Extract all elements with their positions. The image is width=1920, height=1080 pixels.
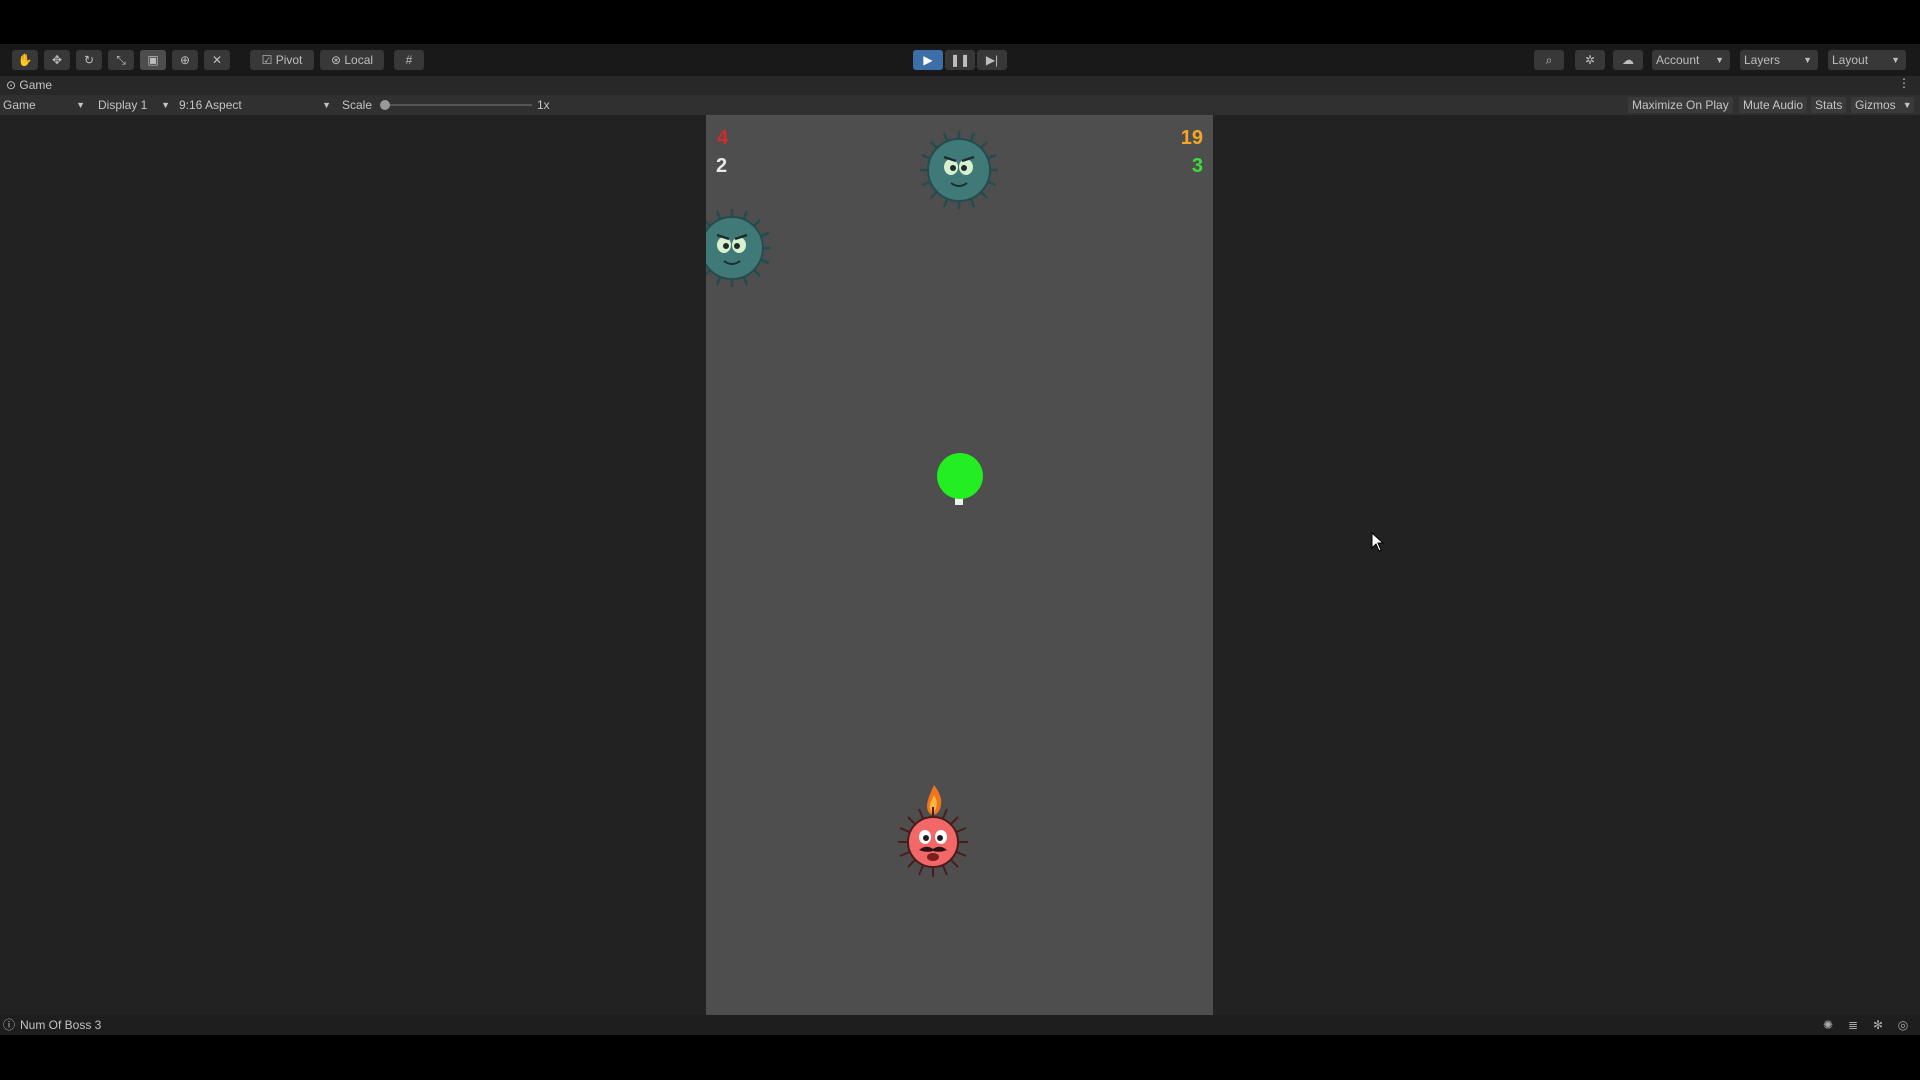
settings-icon: ✲ (1584, 53, 1596, 67)
custom-tool-button[interactable]: ✕ (204, 50, 230, 70)
check-circle-icon[interactable]: ◎ (1896, 1018, 1910, 1032)
local-toggle[interactable]: ⊛ Local (320, 50, 384, 70)
game-tab-bar: ⊙ Game ⋮ (0, 76, 1920, 95)
pivot-icon: ☑ (261, 53, 273, 67)
mute-label: Mute Audio (1743, 98, 1804, 112)
network-icon[interactable]: ✻ (1871, 1018, 1885, 1032)
virus-enemy-left (706, 209, 771, 287)
mute-audio-toggle[interactable]: Mute Audio (1739, 97, 1808, 113)
play-icon: ▶ (923, 53, 933, 67)
move-icon: ✥ (51, 53, 63, 67)
maximize-label: Maximize On Play (1632, 98, 1729, 112)
local-label: Local (344, 53, 374, 67)
account-label: Account (1656, 53, 1700, 67)
game-canvas[interactable]: 4 2 19 3 (706, 115, 1213, 1015)
gizmos-dropdown[interactable]: Gizmos ▼ (1851, 97, 1914, 113)
virus-enemy-top (920, 131, 998, 209)
layout-label: Layout (1832, 53, 1869, 67)
step-icon: ▶| (985, 53, 999, 67)
search-button[interactable]: ⌕ (1534, 50, 1564, 70)
hud-top-right-orange: 19 (1180, 127, 1203, 149)
scale-slider-track[interactable] (382, 104, 532, 106)
custom-tool-icon: ✕ (211, 53, 223, 67)
chevron-down-icon: ▼ (161, 100, 170, 110)
pause-button[interactable]: ❚❚ (945, 50, 975, 70)
mode-dropdown[interactable]: Game ▼ (3, 95, 87, 115)
scale-label: Scale (342, 98, 373, 112)
aspect-label: 9:16 Aspect (179, 98, 242, 112)
cloud-button[interactable]: ☁ (1613, 50, 1643, 70)
hud-top-left-red: 4 (717, 127, 729, 149)
stats-label: Stats (1815, 98, 1843, 112)
bug-icon[interactable]: ✺ (1821, 1018, 1835, 1032)
gamepad-icon: ⊙ (6, 78, 17, 92)
move-tool-button[interactable]: ✥ (44, 50, 70, 70)
chevron-down-icon: ▼ (76, 100, 85, 110)
pivot-toggle[interactable]: ☑ Pivot (250, 50, 314, 70)
game-view-controls: Game ▼ Display 1 ▼ 9:16 Aspect ▼ Scale 1… (0, 95, 1920, 115)
rotate-icon: ↻ (83, 53, 95, 67)
layers-dropdown[interactable]: Layers ▼ (1740, 50, 1818, 70)
pause-icon: ❚❚ (949, 53, 971, 67)
tab-menu-button[interactable]: ⋮ (1898, 76, 1910, 90)
search-icon: ⌕ (1545, 53, 1553, 67)
chevron-down-icon: ▼ (1891, 55, 1900, 65)
rotate-tool-button[interactable]: ↻ (76, 50, 102, 70)
account-dropdown[interactable]: Account ▼ (1652, 50, 1730, 70)
display-dropdown[interactable]: Display 1 ▼ (98, 95, 172, 115)
status-bar: ⓘ Num Of Boss 3 ✺ ≣ ✻ ◎ (0, 1015, 1920, 1035)
rect-icon: ▣ (147, 53, 159, 67)
display-label: Display 1 (98, 98, 148, 112)
play-button[interactable]: ▶ (913, 50, 943, 70)
layers-stack-icon[interactable]: ≣ (1846, 1018, 1860, 1032)
hand-icon: ✋ (17, 53, 33, 67)
settings-button[interactable]: ✲ (1575, 50, 1605, 70)
gizmos-label: Gizmos (1855, 98, 1896, 112)
layout-dropdown[interactable]: Layout ▼ (1828, 50, 1906, 70)
game-viewport: 4 2 19 3 (0, 115, 1920, 1015)
mode-label: Game (3, 98, 36, 112)
transform-icon: ⊕ (179, 53, 191, 67)
tab-game[interactable]: ⊙ Game (6, 78, 52, 92)
local-icon: ⊛ (330, 53, 342, 67)
scale-icon: ⤡ (116, 53, 126, 67)
red-virus-character (898, 807, 968, 877)
hand-tool-button[interactable]: ✋ (12, 50, 38, 70)
grid-icon: # (405, 53, 413, 67)
chevron-down-icon: ▼ (1803, 55, 1812, 65)
info-icon: ⓘ (3, 1018, 16, 1032)
chevron-down-icon: ▼ (1715, 55, 1724, 65)
aspect-dropdown[interactable]: 9:16 Aspect ▼ (179, 95, 333, 115)
rect-tool-button[interactable]: ▣ (140, 50, 166, 70)
chevron-down-icon: ▼ (1902, 100, 1912, 110)
hud-top-left-white: 2 (716, 155, 728, 177)
main-toolbar: ✋ ✥ ↻ ⤡ ▣ ⊕ ✕ ☑ Pivot ⊛ Local # ▶ ❚❚ ▶| … (0, 44, 1920, 76)
grid-snap-button[interactable]: # (394, 50, 424, 70)
cloud-icon: ☁ (1622, 53, 1634, 67)
maximize-on-play-toggle[interactable]: Maximize On Play (1628, 97, 1733, 113)
status-message[interactable]: Num Of Boss 3 (20, 1015, 101, 1035)
tab-game-label: Game (19, 78, 53, 92)
transform-tool-button[interactable]: ⊕ (172, 50, 198, 70)
scale-value: 1x (537, 98, 550, 112)
pivot-label: Pivot (275, 53, 303, 67)
chevron-down-icon: ▼ (322, 100, 331, 110)
player-ball (937, 453, 983, 499)
more-vertical-icon: ⋮ (1898, 76, 1910, 90)
hud-top-right-green: 3 (1191, 155, 1203, 177)
layers-label: Layers (1744, 53, 1781, 67)
mouse-cursor-icon (1371, 532, 1385, 552)
scale-slider-handle[interactable] (380, 100, 390, 110)
stats-toggle[interactable]: Stats (1811, 97, 1847, 113)
scale-tool-button[interactable]: ⤡ (108, 50, 134, 70)
step-button[interactable]: ▶| (977, 50, 1007, 70)
